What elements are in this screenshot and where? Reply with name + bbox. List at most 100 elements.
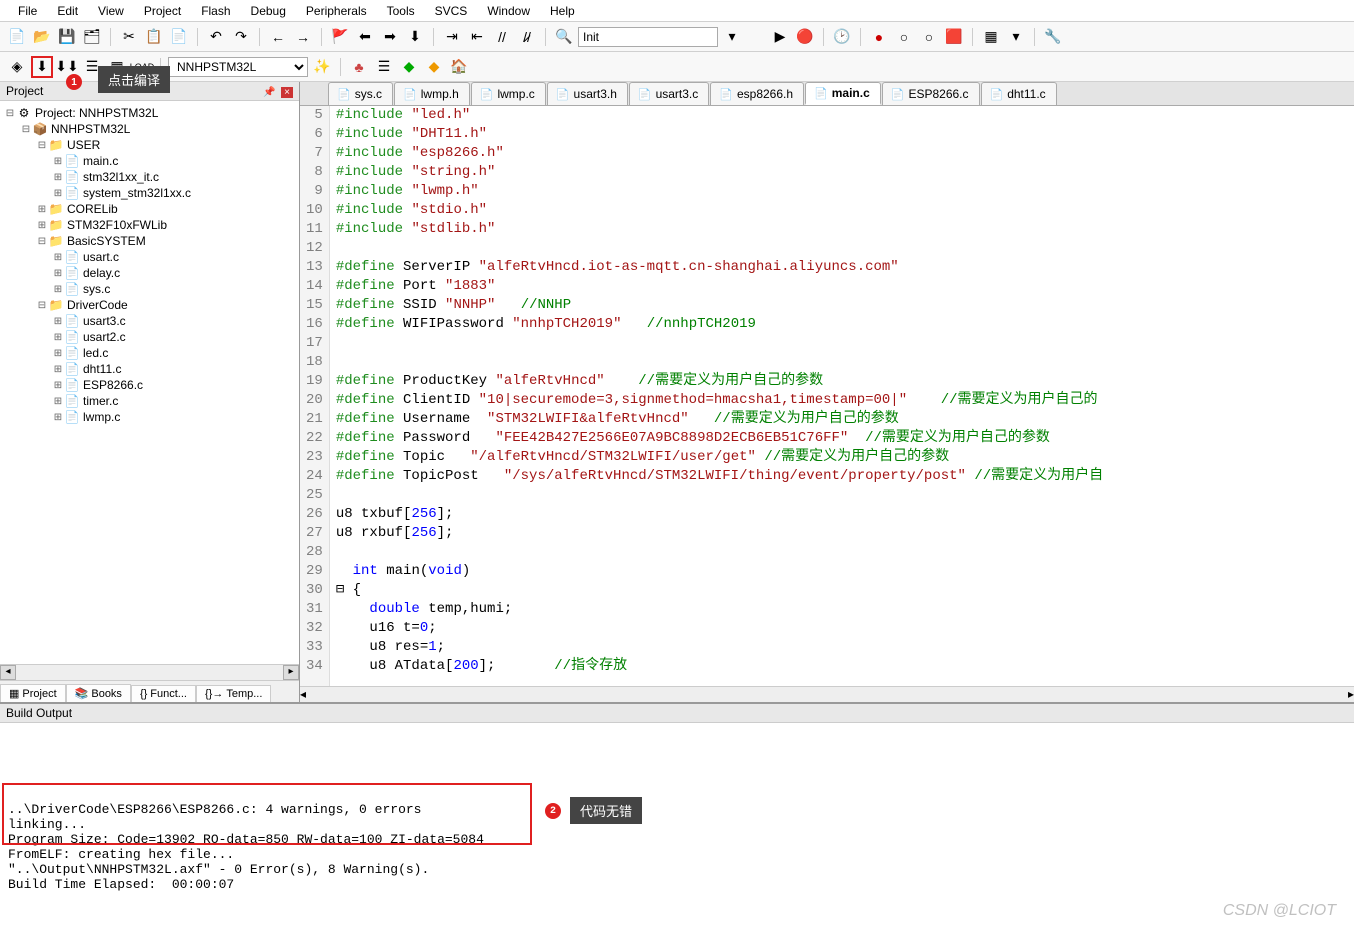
- file-tab[interactable]: 📄lwmp.h: [394, 82, 470, 105]
- file-tab[interactable]: 📄dht11.c: [981, 82, 1057, 105]
- nav-fwd-icon[interactable]: →: [292, 26, 314, 48]
- menu-svcs[interactable]: SVCS: [425, 2, 478, 20]
- tree-node[interactable]: ⊞📄dht11.c: [2, 361, 297, 377]
- find-icon[interactable]: 🔍: [553, 26, 575, 48]
- pin-icon[interactable]: 📌: [263, 87, 275, 98]
- tree-node[interactable]: ⊞📄lwmp.c: [2, 409, 297, 425]
- circle1-icon[interactable]: ○: [893, 26, 915, 48]
- undo-icon[interactable]: ↶: [205, 26, 227, 48]
- tree-node[interactable]: ⊞📄led.c: [2, 345, 297, 361]
- scroll-right-icon[interactable]: ▸: [1348, 687, 1354, 702]
- tree-node[interactable]: ⊞📄ESP8266.c: [2, 377, 297, 393]
- find-input[interactable]: [578, 27, 718, 47]
- bookmark-icon[interactable]: 🚩: [329, 26, 351, 48]
- build-icon[interactable]: ⬇: [31, 56, 53, 78]
- editor-hscroll[interactable]: ◂ ▸: [300, 686, 1354, 702]
- code-view[interactable]: 5678910111213141516171819202122232425262…: [300, 106, 1354, 686]
- panel-tab-project[interactable]: ▦Project: [0, 684, 66, 702]
- outdent-icon[interactable]: ⇤: [466, 26, 488, 48]
- books-icon[interactable]: ☰: [373, 56, 395, 78]
- indent-icon[interactable]: ⇥: [441, 26, 463, 48]
- menu-debug[interactable]: Debug: [241, 2, 296, 20]
- menu-help[interactable]: Help: [540, 2, 585, 20]
- manage-icon[interactable]: ♣: [348, 56, 370, 78]
- file-tab[interactable]: 📄sys.c: [328, 82, 393, 105]
- tree-node[interactable]: ⊟⚙Project: NNHPSTM32L: [2, 105, 297, 121]
- file-tab[interactable]: 📄usart3.h: [547, 82, 628, 105]
- tree-node[interactable]: ⊟📦NNHPSTM32L: [2, 121, 297, 137]
- project-tree[interactable]: ⊟⚙Project: NNHPSTM32L⊟📦NNHPSTM32L⊟📁USER⊞…: [0, 101, 299, 664]
- bookmark-prev-icon[interactable]: ⬅: [354, 26, 376, 48]
- wrench-icon[interactable]: 🔧: [1042, 26, 1064, 48]
- file-tab[interactable]: 📄main.c: [805, 82, 881, 105]
- tree-node[interactable]: ⊞📄main.c: [2, 153, 297, 169]
- dropdown-icon[interactable]: ▾: [1005, 26, 1027, 48]
- find-dropdown-icon[interactable]: ▾: [721, 26, 743, 48]
- save-all-icon[interactable]: 🗂: [81, 26, 103, 48]
- stop-icon[interactable]: 🟥: [943, 26, 965, 48]
- tree-node[interactable]: ⊞📄usart.c: [2, 249, 297, 265]
- bookmark-clear-icon[interactable]: ⬇: [404, 26, 426, 48]
- scroll-left-icon[interactable]: ◂: [0, 665, 16, 680]
- file-tab[interactable]: 📄esp8266.h: [710, 82, 804, 105]
- menu-file[interactable]: File: [8, 2, 47, 20]
- tree-node[interactable]: ⊞📄stm32l1xx_it.c: [2, 169, 297, 185]
- breakpoint-icon[interactable]: 🔴: [794, 26, 816, 48]
- panel-tab-temp...[interactable]: {}→Temp...: [196, 685, 271, 702]
- tree-node[interactable]: ⊟📁USER: [2, 137, 297, 153]
- tree-node[interactable]: ⊞📄timer.c: [2, 393, 297, 409]
- annotation-badge-1: 1: [66, 74, 82, 90]
- new-file-icon[interactable]: 📄: [6, 26, 28, 48]
- menu-edit[interactable]: Edit: [47, 2, 88, 20]
- tree-node[interactable]: ⊞📄usart2.c: [2, 329, 297, 345]
- tree-node[interactable]: ⊞📄sys.c: [2, 281, 297, 297]
- paste-icon[interactable]: 📄: [168, 26, 190, 48]
- pack-icon[interactable]: ◆: [398, 56, 420, 78]
- translate-icon[interactable]: ◈: [6, 56, 28, 78]
- project-hscroll[interactable]: ◂ ▸: [0, 664, 299, 680]
- options-icon[interactable]: ✨: [311, 56, 333, 78]
- annotation-badge-2: 2: [545, 803, 561, 819]
- comment-icon[interactable]: //: [491, 26, 513, 48]
- file-tab[interactable]: 📄lwmp.c: [471, 82, 546, 105]
- rte-icon[interactable]: ◆: [423, 56, 445, 78]
- tree-node[interactable]: ⊞📄delay.c: [2, 265, 297, 281]
- tree-node[interactable]: ⊞📁STM32F10xFWLib: [2, 217, 297, 233]
- record-icon[interactable]: ●: [868, 26, 890, 48]
- save-icon[interactable]: 💾: [56, 26, 78, 48]
- bookmark-next-icon[interactable]: ➡: [379, 26, 401, 48]
- menu-flash[interactable]: Flash: [191, 2, 240, 20]
- tree-node[interactable]: ⊟📁BasicSYSTEM: [2, 233, 297, 249]
- line-gutter: 5678910111213141516171819202122232425262…: [300, 106, 330, 686]
- cut-icon[interactable]: ✂: [118, 26, 140, 48]
- close-panel-icon[interactable]: ×: [281, 87, 293, 98]
- open-file-icon[interactable]: 📂: [31, 26, 53, 48]
- file-tab[interactable]: 📄usart3.c: [629, 82, 709, 105]
- target-select[interactable]: NNHPSTM32L: [168, 57, 308, 77]
- window-icon[interactable]: ▦: [980, 26, 1002, 48]
- menu-tools[interactable]: Tools: [377, 2, 425, 20]
- menu-peripherals[interactable]: Peripherals: [296, 2, 377, 20]
- uncomment-icon[interactable]: /̷/: [516, 26, 538, 48]
- git-icon[interactable]: 🏠: [448, 56, 470, 78]
- annotation-tip-2: 代码无错: [570, 797, 642, 824]
- copy-icon[interactable]: 📋: [143, 26, 165, 48]
- build-output-text[interactable]: 2 代码无错 ..\DriverCode\ESP8266\ESP8266.c: …: [0, 723, 1354, 863]
- code-text[interactable]: #include "led.h"#include "DHT11.h"#inclu…: [330, 106, 1109, 686]
- nav-back-icon[interactable]: ←: [267, 26, 289, 48]
- tree-node[interactable]: ⊞📄system_stm32l1xx.c: [2, 185, 297, 201]
- menu-window[interactable]: Window: [477, 2, 540, 20]
- tree-node[interactable]: ⊟📁DriverCode: [2, 297, 297, 313]
- redo-icon[interactable]: ↷: [230, 26, 252, 48]
- analyzer-icon[interactable]: 🕑: [831, 26, 853, 48]
- menu-view[interactable]: View: [88, 2, 134, 20]
- scroll-right-icon[interactable]: ▸: [283, 665, 299, 680]
- panel-tab-funct...[interactable]: {}Funct...: [131, 685, 196, 702]
- debug-start-icon[interactable]: ▶: [769, 26, 791, 48]
- menu-project[interactable]: Project: [134, 2, 191, 20]
- tree-node[interactable]: ⊞📄usart3.c: [2, 313, 297, 329]
- panel-tab-books[interactable]: 📚Books: [66, 684, 131, 702]
- file-tab[interactable]: 📄ESP8266.c: [882, 82, 980, 105]
- circle2-icon[interactable]: ○: [918, 26, 940, 48]
- tree-node[interactable]: ⊞📁CORELib: [2, 201, 297, 217]
